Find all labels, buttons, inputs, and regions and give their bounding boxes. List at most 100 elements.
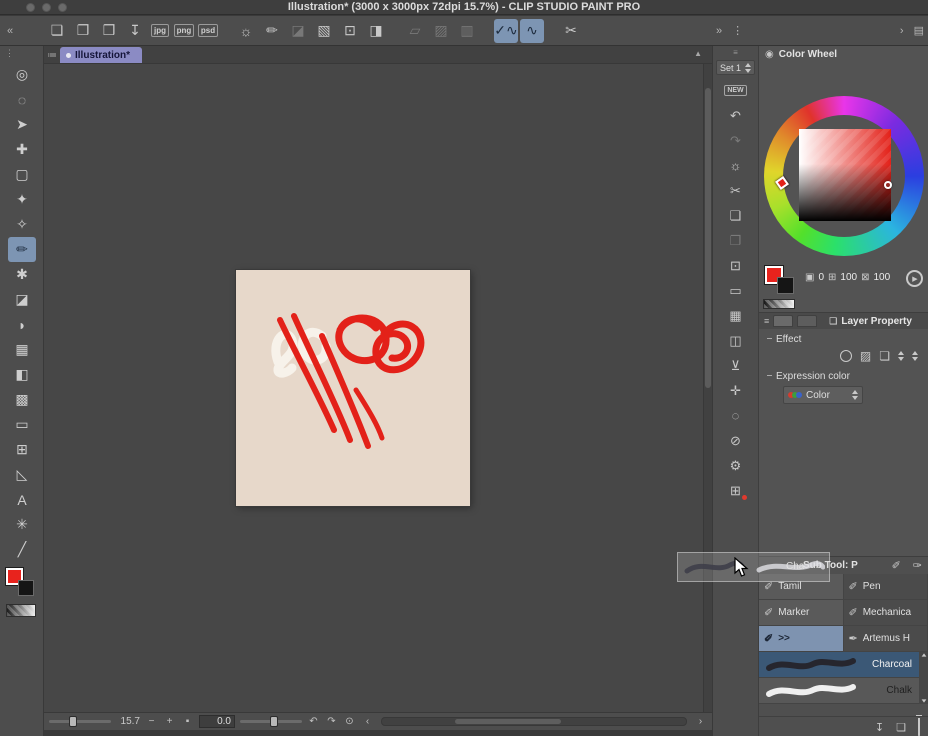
tone-effect-icon[interactable]: ▨ xyxy=(860,349,871,363)
layer-property-menu-icon[interactable]: ≡ xyxy=(764,316,769,326)
ruler-tool[interactable]: ◺ xyxy=(8,462,36,487)
expression-color-dropdown[interactable]: Color xyxy=(783,386,863,404)
new-layer-button[interactable]: ⊞ xyxy=(723,478,749,503)
open-file-button[interactable]: ❐ xyxy=(71,19,95,43)
subtool-mechanical[interactable]: ✐ Mechanica xyxy=(843,600,928,626)
tape-button[interactable]: ▧ xyxy=(312,19,336,43)
fill-button[interactable]: ◨ xyxy=(364,19,388,43)
eraser-tool[interactable]: ◪ xyxy=(8,287,36,312)
scroll-left-button[interactable]: ‹ xyxy=(361,716,374,727)
text-tool[interactable]: A xyxy=(8,487,36,512)
border-effect-button[interactable] xyxy=(839,350,852,362)
layer-property-tab-1[interactable] xyxy=(773,315,794,327)
command-bar-handle-icon[interactable]: ≡ xyxy=(713,46,758,59)
subtool-artemus[interactable]: ✒ Artemus H xyxy=(843,626,928,652)
drawing-canvas[interactable] xyxy=(236,270,470,506)
zoom-slider-handle[interactable] xyxy=(68,716,77,727)
eyedropper-tool[interactable]: ✧ xyxy=(8,212,36,237)
flip-horizontal-button[interactable]: ◫ xyxy=(723,328,749,353)
simplify-line-button[interactable]: ∿ xyxy=(520,18,544,43)
rotation-field[interactable]: 0.0 xyxy=(199,715,235,728)
blend-tool[interactable]: ◗ xyxy=(8,312,36,337)
set-selector[interactable]: Set 1 xyxy=(716,60,755,75)
transparent-color-swatch[interactable] xyxy=(6,604,36,617)
scroll-up-icon[interactable]: ▲ xyxy=(694,49,702,58)
paste-button[interactable]: ❐ xyxy=(723,228,749,253)
canvas-size-button[interactable]: ▭ xyxy=(723,278,749,303)
subtool-pen-icon-1[interactable]: ✐ xyxy=(892,559,901,572)
new-canvas-button[interactable]: NEW xyxy=(723,78,749,103)
zoom-out-button[interactable]: − xyxy=(145,716,158,727)
clear-layer-button[interactable]: ☼ xyxy=(723,153,749,178)
toolbar-menu-button[interactable]: ▤ xyxy=(914,24,924,37)
rotation-slider-handle[interactable] xyxy=(269,716,278,727)
redo-button[interactable]: ↷ xyxy=(723,128,749,153)
saturation-value-square[interactable] xyxy=(799,129,891,221)
lasso-select-tool[interactable]: ◌ xyxy=(8,87,36,112)
move-tool[interactable]: ✚ xyxy=(8,137,36,162)
rail-handle-icon[interactable]: ⋮ xyxy=(732,24,743,37)
subtool-pen-icon-2[interactable]: ✑ xyxy=(913,559,922,572)
vector-eraser-button[interactable]: ✂ xyxy=(559,19,583,43)
marquee-select-tool[interactable]: ▢ xyxy=(8,162,36,187)
color-history-strip[interactable] xyxy=(763,299,795,309)
sub-tool-scrollbar[interactable] xyxy=(919,652,928,704)
toolbar-collapse-icon[interactable]: « xyxy=(2,25,18,37)
export-jpg-button[interactable]: jpg xyxy=(149,19,171,43)
rotate-right-button[interactable]: ↷ xyxy=(325,716,338,727)
tone-tool[interactable]: ▦ xyxy=(8,337,36,362)
panels-expand-button[interactable]: » xyxy=(716,24,722,37)
save-file-button[interactable]: ❒ xyxy=(97,19,121,43)
scroll-down-icon[interactable] xyxy=(921,699,926,703)
crop-button[interactable]: ⊡ xyxy=(723,253,749,278)
duplicate-subtool-button[interactable]: ❏ xyxy=(896,718,906,736)
copy-button[interactable]: ❏ xyxy=(723,203,749,228)
export-file-button[interactable]: ↧ xyxy=(123,19,147,43)
airbrush-button[interactable]: ☼ xyxy=(234,19,258,43)
snap-settings-button[interactable]: ⚙ xyxy=(723,453,749,478)
subtool-marker[interactable]: ✐ Marker xyxy=(759,600,844,626)
canvas-menu-icon[interactable]: ≔ xyxy=(44,50,60,61)
rotate-left-button[interactable]: ↶ xyxy=(307,716,320,727)
expander-icon[interactable] xyxy=(767,338,772,339)
gradient-tool[interactable]: ▩ xyxy=(8,387,36,412)
canvas-tab[interactable]: Illustration* xyxy=(60,47,143,63)
select-shrink-button[interactable]: ▨ xyxy=(429,19,453,43)
pencil-tool[interactable]: ✏ xyxy=(8,237,36,262)
saturation-value-marker[interactable] xyxy=(884,181,892,189)
select-layer-button[interactable]: ◌ xyxy=(723,403,749,428)
vertical-scrollbar-thumb[interactable] xyxy=(705,88,711,388)
transform-button[interactable]: ✛ xyxy=(723,378,749,403)
airbrush-tool[interactable]: ✱ xyxy=(8,262,36,287)
scroll-up-icon[interactable] xyxy=(921,653,926,657)
frame-border-tool[interactable]: ⊞ xyxy=(8,437,36,462)
hue-ring[interactable] xyxy=(764,96,924,256)
tool-scroll-right-button[interactable]: › xyxy=(900,24,904,37)
auto-select-tool[interactable]: ✦ xyxy=(8,187,36,212)
fit-screen-button[interactable]: ▪ xyxy=(181,716,194,727)
subtool-expand[interactable]: ✐ >> xyxy=(759,626,844,652)
zoom-tool[interactable]: ◎ xyxy=(8,62,36,87)
object-select-tool[interactable]: ➤ xyxy=(8,112,36,137)
effect-stepper-1[interactable] xyxy=(898,351,904,361)
tool-palette-menu-icon[interactable]: ⋮ xyxy=(5,48,14,59)
expander-icon[interactable] xyxy=(767,375,772,376)
vertical-scrollbar[interactable] xyxy=(703,64,712,712)
save-settings-button[interactable]: ↧ xyxy=(875,718,884,736)
merge-down-button[interactable]: ⊻ xyxy=(723,353,749,378)
color-mode-toggle-button[interactable]: ▶ xyxy=(906,270,923,287)
subtool-pen[interactable]: ✐ Pen xyxy=(843,574,928,600)
cut-button[interactable]: ✂ xyxy=(723,178,749,203)
correct-line-button[interactable]: ✓∿ xyxy=(494,18,518,43)
export-psd-button[interactable]: psd xyxy=(197,19,219,43)
layer-color-effect-icon[interactable]: ❏ xyxy=(879,349,890,363)
ruler-pen-button[interactable]: ✏ xyxy=(260,19,284,43)
delete-subtool-button[interactable] xyxy=(918,717,920,736)
select-rect-button[interactable]: ▱ xyxy=(403,19,427,43)
eraser-button[interactable]: ◪ xyxy=(286,19,310,43)
decoration-tool[interactable]: ✳ xyxy=(8,512,36,537)
scroll-right-button[interactable]: › xyxy=(694,716,707,727)
background-color-swatch[interactable] xyxy=(18,580,34,596)
figure-tool[interactable]: ▭ xyxy=(8,412,36,437)
crop-button[interactable]: ⊡ xyxy=(338,19,362,43)
